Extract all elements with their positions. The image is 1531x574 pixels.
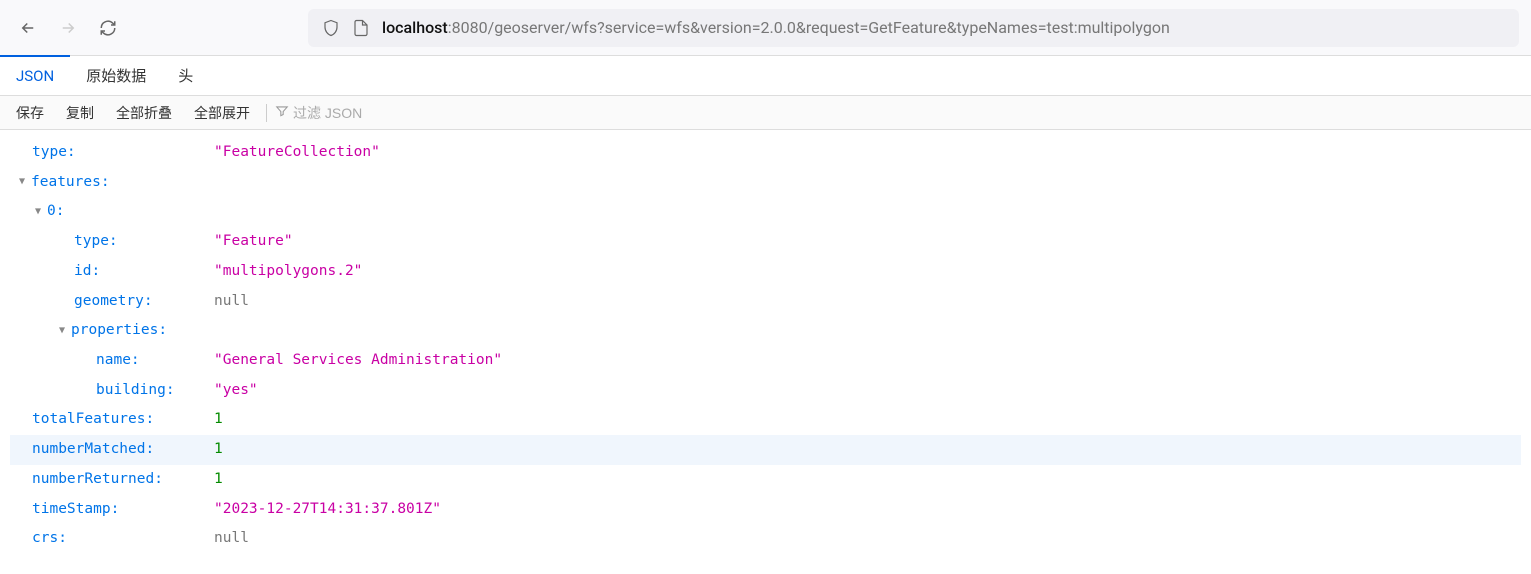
- json-key: timeStamp: [32, 495, 111, 525]
- json-key: name: [96, 346, 131, 376]
- browser-toolbar: localhost:8080/geoserver/wfs?service=wfs…: [0, 0, 1531, 56]
- filter-wrap: [273, 104, 413, 122]
- json-key: numberMatched: [32, 435, 146, 465]
- json-row[interactable]: type: "FeatureCollection": [10, 138, 1521, 168]
- json-key: building: [96, 376, 166, 406]
- back-icon[interactable]: [18, 18, 38, 38]
- json-value: 1: [214, 435, 223, 465]
- json-row[interactable]: numberReturned: 1: [10, 465, 1521, 495]
- json-row[interactable]: geometry: null: [10, 287, 1521, 317]
- json-row[interactable]: name: "General Services Administration": [10, 346, 1521, 376]
- json-value: "Feature": [214, 227, 293, 257]
- json-key: type: [74, 227, 109, 257]
- json-row[interactable]: crs: null: [10, 524, 1521, 554]
- json-value: null: [214, 524, 249, 554]
- url-text: localhost:8080/geoserver/wfs?service=wfs…: [382, 18, 1170, 37]
- page-icon: [352, 19, 370, 37]
- chevron-down-icon[interactable]: ▼: [56, 321, 68, 342]
- url-rest: :8080/geoserver/wfs?service=wfs&version=…: [448, 18, 1170, 37]
- json-key: id: [74, 257, 91, 287]
- json-row[interactable]: totalFeatures: 1: [10, 405, 1521, 435]
- address-bar[interactable]: localhost:8080/geoserver/wfs?service=wfs…: [308, 9, 1519, 47]
- reload-icon[interactable]: [98, 18, 118, 38]
- nav-buttons: [12, 18, 118, 38]
- chevron-down-icon[interactable]: ▼: [16, 172, 28, 193]
- json-value: 1: [214, 405, 223, 435]
- json-row[interactable]: ▼ properties:: [10, 316, 1521, 346]
- json-action-bar: 保存 复制 全部折叠 全部展开: [0, 96, 1531, 130]
- json-value: null: [214, 287, 249, 317]
- json-row[interactable]: numberMatched: 1: [10, 435, 1521, 465]
- json-row[interactable]: timeStamp: "2023-12-27T14:31:37.801Z": [10, 495, 1521, 525]
- viewer-tabs: JSON 原始数据 头: [0, 56, 1531, 96]
- filter-input[interactable]: [293, 105, 413, 121]
- url-host: localhost: [382, 18, 448, 37]
- tab-raw[interactable]: 原始数据: [70, 55, 162, 95]
- expand-all-button[interactable]: 全部展开: [184, 96, 260, 129]
- json-value: 1: [214, 465, 223, 495]
- json-value: "2023-12-27T14:31:37.801Z": [214, 495, 441, 525]
- json-key: properties: [71, 316, 158, 346]
- chevron-down-icon[interactable]: ▼: [32, 202, 44, 223]
- save-button[interactable]: 保存: [6, 96, 54, 129]
- json-key: crs: [32, 524, 58, 554]
- json-row[interactable]: ▼ 0:: [10, 197, 1521, 227]
- tab-json[interactable]: JSON: [0, 55, 70, 95]
- json-value: "multipolygons.2": [214, 257, 362, 287]
- json-row[interactable]: type: "Feature": [10, 227, 1521, 257]
- json-value: "FeatureCollection": [214, 138, 380, 168]
- tab-headers[interactable]: 头: [162, 55, 209, 95]
- json-value: "General Services Administration": [214, 346, 502, 376]
- json-key: type: [32, 138, 67, 168]
- json-key: features: [31, 168, 101, 198]
- copy-button[interactable]: 复制: [56, 96, 104, 129]
- json-tree: type: "FeatureCollection" ▼ features: ▼ …: [0, 130, 1531, 562]
- json-key: 0: [47, 197, 56, 227]
- json-key: numberReturned: [32, 465, 154, 495]
- json-row[interactable]: id: "multipolygons.2": [10, 257, 1521, 287]
- json-row[interactable]: ▼ features:: [10, 168, 1521, 198]
- funnel-icon: [275, 104, 289, 122]
- json-value: "yes": [214, 376, 258, 406]
- forward-icon[interactable]: [58, 18, 78, 38]
- shield-icon: [322, 19, 340, 37]
- json-key: totalFeatures: [32, 405, 146, 435]
- json-key: geometry: [74, 287, 144, 317]
- json-row[interactable]: building: "yes": [10, 376, 1521, 406]
- collapse-all-button[interactable]: 全部折叠: [106, 96, 182, 129]
- divider: [266, 104, 267, 122]
